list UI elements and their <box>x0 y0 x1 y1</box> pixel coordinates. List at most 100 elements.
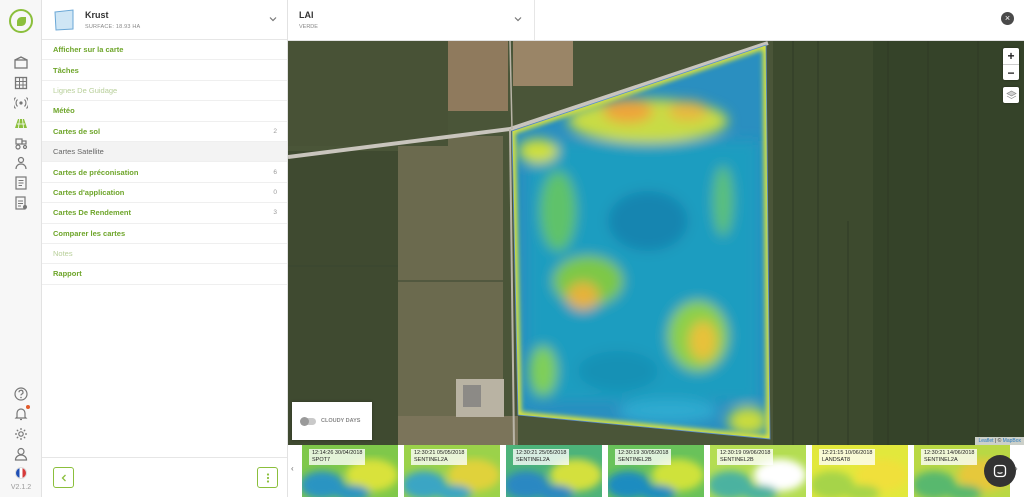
document-icon[interactable] <box>14 176 28 190</box>
field-name: Krust <box>85 10 109 20</box>
menu-item-label: Cartes de sol <box>53 126 101 136</box>
menu-item-count: 3 <box>273 209 277 217</box>
thumb-datetime: 12:30:21 14/06/2018 <box>924 450 975 456</box>
timeline-thumb[interactable]: 12:30:21 05/05/2018 SENTINEL2A <box>404 445 500 497</box>
farm-icon[interactable] <box>14 56 28 70</box>
thumb-label: 12:14:26 30/04/2018 SPOT7 <box>309 449 366 465</box>
settings-icon[interactable] <box>14 427 28 441</box>
menu-item-label: Cartes d'application <box>53 187 125 197</box>
timeline-thumb[interactable]: 12:14:26 30/04/2018 SPOT7 <box>302 445 398 497</box>
thumb-label: 12:21:15 10/06/2018 LANDSAT8 <box>819 449 876 465</box>
close-button[interactable]: × <box>1001 12 1014 25</box>
signal-icon[interactable] <box>14 96 28 110</box>
menu-item[interactable]: Cartes de préconisation 6 <box>42 162 287 183</box>
menu-item[interactable]: Comparer les cartes <box>42 224 287 244</box>
layer-selector[interactable]: LAI VERDE <box>288 0 535 40</box>
chat-icon <box>993 464 1007 478</box>
menu-item[interactable]: Cartes Satellite <box>42 141 287 163</box>
menu-item-label: Cartes De Rendement <box>53 208 131 218</box>
menu-item-label: Notes <box>53 249 73 259</box>
menu-item-count: 2 <box>273 127 277 135</box>
map-layers-button[interactable] <box>1003 87 1019 103</box>
timeline-prev-button[interactable]: ‹ <box>291 464 294 473</box>
thumb-label: 12:30:21 25/05/2018 SENTINEL2A <box>513 449 570 465</box>
thumb-satellite: SENTINEL2B <box>720 457 754 463</box>
thumb-label: 12:30:21 05/05/2018 SENTINEL2A <box>411 449 468 465</box>
app-root: V2.1.2 Krust SURFACE: 18.93 HA Afficher … <box>0 0 1024 497</box>
menu-item[interactable]: Cartes De Rendement 3 <box>42 203 287 224</box>
bell-icon[interactable] <box>14 405 30 421</box>
field-panel: Krust SURFACE: 18.93 HA Afficher sur la … <box>42 0 288 497</box>
timeline-thumb[interactable]: 12:30:21 25/05/2018 SENTINEL2A <box>506 445 602 497</box>
mapbox-link[interactable]: MapBox <box>1003 438 1021 444</box>
field-selector[interactable]: Krust SURFACE: 18.93 HA <box>42 0 287 40</box>
thumb-datetime: 12:30:21 05/05/2018 <box>414 450 465 456</box>
menu-item-label: Rapport <box>53 269 82 279</box>
menu-item-label: Cartes Satellite <box>53 147 104 157</box>
menu-item-label: Afficher sur la carte <box>53 45 124 55</box>
layer-title: LAI <box>299 10 314 20</box>
menu-item[interactable]: Tâches <box>42 60 287 81</box>
panel-footer <box>42 457 287 497</box>
menu-item-label: Cartes de préconisation <box>53 167 139 177</box>
layers-icon <box>1005 90 1017 99</box>
menu-item-label: Comparer les cartes <box>53 228 126 238</box>
field-surface: SURFACE: 18.93 HA <box>85 24 141 30</box>
field-icon[interactable] <box>14 116 28 130</box>
user-icon[interactable] <box>14 447 28 461</box>
chevron-down-icon <box>514 17 522 22</box>
thumb-satellite: SPOT7 <box>312 457 331 463</box>
thumb-label: 12:30:21 14/06/2018 SENTINEL2A <box>921 449 978 465</box>
menu-item[interactable]: Lignes De Guidage <box>42 81 287 102</box>
field-shape-icon <box>54 9 74 31</box>
app-version: V2.1.2 <box>10 484 32 491</box>
zoom-out-button[interactable]: − <box>1003 64 1019 80</box>
timeline-thumb[interactable]: 12:30:19 09/06/2018 SENTINEL2B <box>710 445 806 497</box>
thumb-satellite: SENTINEL2A <box>516 457 550 463</box>
thumb-datetime: 12:14:26 30/04/2018 <box>312 450 363 456</box>
timeline-thumb[interactable]: 12:30:19 30/05/2018 SENTINEL2B <box>608 445 704 497</box>
menu-item[interactable]: Rapport <box>42 264 287 285</box>
notification-dot <box>26 405 30 409</box>
cloudy-days-control: CLOUDY DAYS <box>292 402 372 440</box>
thumb-datetime: 12:30:19 09/06/2018 <box>720 450 771 456</box>
cloudy-days-toggle[interactable] <box>300 416 316 426</box>
back-button[interactable] <box>53 467 74 488</box>
help-icon[interactable] <box>14 387 28 401</box>
satellite-map[interactable]: + − CLOUDY DAYS Leaflet | © MapBox <box>288 41 1024 445</box>
app-logo[interactable] <box>9 9 33 33</box>
tractor-icon[interactable] <box>14 136 28 150</box>
more-vertical-icon <box>266 472 269 483</box>
menu-item[interactable]: Météo <box>42 101 287 122</box>
timeline-thumb[interactable]: 12:21:15 10/06/2018 LANDSAT8 <box>812 445 908 497</box>
menu-item-count: 6 <box>273 168 277 176</box>
leaflet-link[interactable]: Leaflet <box>978 438 993 444</box>
icon-rail: V2.1.2 <box>0 0 42 497</box>
thumb-label: 12:30:19 30/05/2018 SENTINEL2B <box>615 449 672 465</box>
satellite-timeline: ‹ 12:14:26 30/04/2018 SPOT7 12:30:21 05/05… <box>288 445 1024 497</box>
thumb-label: 12:30:19 09/06/2018 SENTINEL2B <box>717 449 774 465</box>
menu-item-label: Tâches <box>53 65 79 75</box>
close-icon: × <box>1004 13 1011 23</box>
field-menu: Afficher sur la carte Tâches Lignes De Gui… <box>42 40 287 285</box>
thumb-satellite: SENTINEL2B <box>618 457 652 463</box>
layer-bar: LAI VERDE × <box>288 0 1024 41</box>
attribution-separator: | © <box>993 438 1003 444</box>
people-icon[interactable] <box>14 156 28 170</box>
menu-item[interactable]: Afficher sur la carte <box>42 40 287 61</box>
map-imagery <box>288 41 1024 445</box>
grid-icon[interactable] <box>14 76 28 90</box>
flag-fr-icon[interactable] <box>15 467 29 481</box>
chevron-left-icon: ‹ <box>291 464 294 473</box>
more-options-button[interactable] <box>257 467 278 488</box>
thumb-satellite: SENTINEL2A <box>924 457 958 463</box>
menu-item[interactable]: Cartes d'application 0 <box>42 183 287 204</box>
menu-item[interactable]: Cartes de sol 2 <box>42 122 287 142</box>
zoom-in-button[interactable]: + <box>1003 48 1019 64</box>
menu-item[interactable]: Notes <box>42 244 287 265</box>
report-icon[interactable] <box>14 196 28 210</box>
layer-subtitle: VERDE <box>299 24 318 30</box>
chat-button[interactable] <box>984 455 1016 487</box>
map-attribution: Leaflet | © MapBox <box>975 437 1024 445</box>
thumb-satellite: SENTINEL2A <box>414 457 448 463</box>
